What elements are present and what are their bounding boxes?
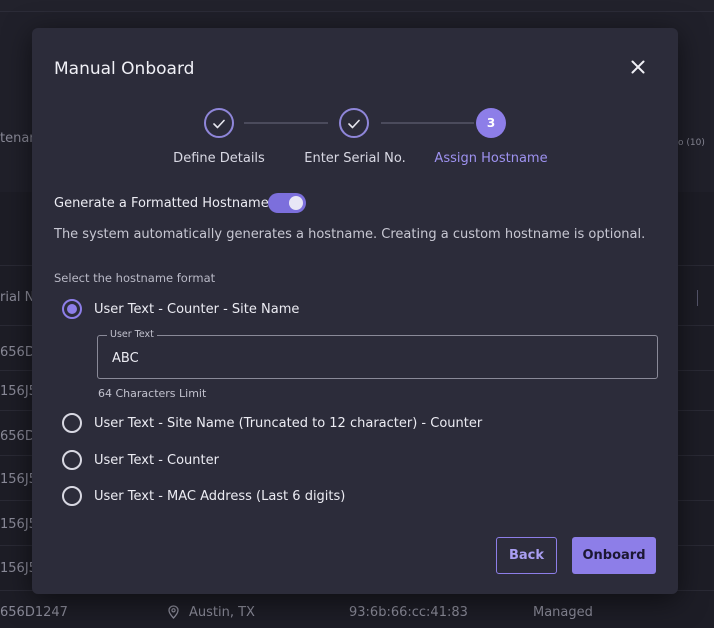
close-icon bbox=[631, 59, 645, 78]
user-text-helper: 64 Characters Limit bbox=[98, 387, 207, 400]
background-header-count: o (10) bbox=[678, 138, 705, 148]
format-option-label: User Text - Site Name (Truncated to 12 c… bbox=[94, 415, 483, 431]
check-icon bbox=[348, 114, 360, 133]
radio-button[interactable] bbox=[62, 486, 82, 506]
generate-hostname-toggle[interactable] bbox=[268, 193, 306, 213]
format-option-label: User Text - Counter - Site Name bbox=[94, 301, 300, 317]
user-text-input[interactable] bbox=[112, 349, 642, 367]
back-button[interactable]: Back bbox=[496, 537, 557, 574]
radio-button-selected[interactable] bbox=[62, 299, 82, 319]
hostname-description: The system automatically generates a hos… bbox=[54, 227, 646, 242]
radio-button[interactable] bbox=[62, 450, 82, 470]
step-2-indicator bbox=[339, 108, 369, 138]
user-text-legend: User Text bbox=[107, 329, 157, 340]
toggle-knob bbox=[289, 196, 303, 210]
dialog-title: Manual Onboard bbox=[54, 59, 195, 79]
background-last-row-status: Managed bbox=[533, 605, 593, 620]
format-option-counter[interactable]: User Text - Counter bbox=[62, 450, 219, 470]
location-pin-icon bbox=[168, 605, 179, 623]
format-option-counter-site[interactable]: User Text - Counter - Site Name bbox=[62, 299, 299, 319]
onboard-button[interactable]: Onboard bbox=[572, 537, 656, 574]
step-3-label: Assign Hostname bbox=[434, 151, 548, 166]
stepper-connector bbox=[244, 122, 328, 124]
background-last-row-location: Austin, TX bbox=[189, 605, 255, 620]
radio-dot bbox=[67, 304, 77, 314]
step-1-indicator bbox=[204, 108, 234, 138]
check-icon bbox=[213, 114, 225, 133]
format-option-label: User Text - MAC Address (Last 6 digits) bbox=[94, 488, 346, 504]
radio-button[interactable] bbox=[62, 413, 82, 433]
background-column-header: rial N bbox=[0, 290, 35, 305]
step-2-label: Enter Serial No. bbox=[304, 151, 406, 166]
step-3-indicator: 3 bbox=[476, 108, 506, 138]
background-row-id: 656D bbox=[0, 345, 35, 360]
background-top-bar bbox=[0, 0, 714, 12]
background-column-divider bbox=[697, 290, 698, 306]
hostname-format-label: Select the hostname format bbox=[54, 271, 216, 285]
background-last-row-id: 656D1247 bbox=[0, 605, 68, 620]
format-option-label: User Text - Counter bbox=[94, 452, 219, 468]
generate-hostname-label: Generate a Formatted Hostname bbox=[54, 196, 269, 211]
background-row-id: 656D bbox=[0, 429, 35, 444]
format-option-mac-address[interactable]: User Text - MAC Address (Last 6 digits) bbox=[62, 486, 345, 506]
manual-onboard-dialog: Manual Onboard 3 Define Details Enter Se… bbox=[32, 28, 678, 594]
format-option-site-truncated-counter[interactable]: User Text - Site Name (Truncated to 12 c… bbox=[62, 413, 482, 433]
close-button[interactable] bbox=[627, 57, 649, 79]
stepper-connector bbox=[381, 122, 474, 124]
user-text-field: User Text bbox=[97, 329, 658, 379]
step-1-label: Define Details bbox=[173, 151, 265, 166]
background-last-row-mac: 93:6b:66:cc:41:83 bbox=[349, 605, 468, 620]
